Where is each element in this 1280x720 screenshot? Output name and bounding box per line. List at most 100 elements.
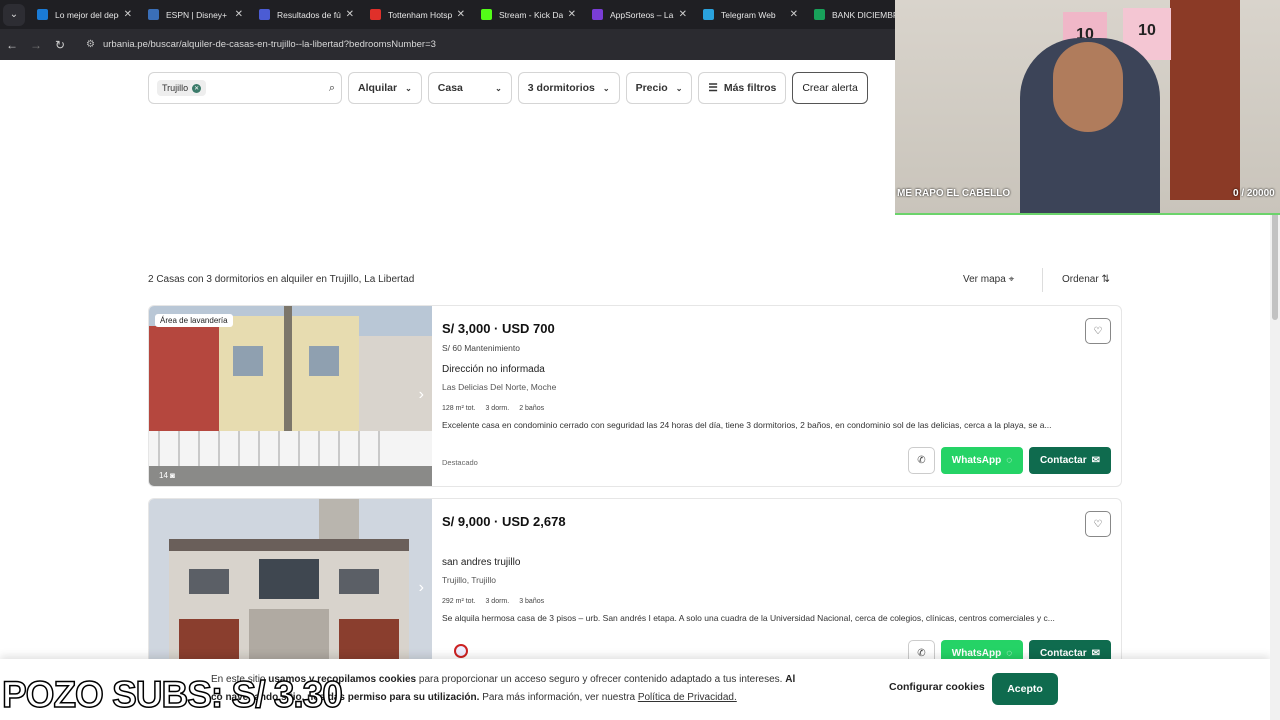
reload-icon[interactable]: ↻ (48, 38, 72, 52)
stream-goal-count: 0 / 20000 (1233, 188, 1275, 199)
tab-favicon-icon (703, 9, 714, 20)
listing-description: Excelente casa en condominio cerrado con… (442, 420, 1052, 430)
tab-search-menu-icon[interactable]: ⌄ (3, 3, 25, 26)
browser-tab[interactable]: AppSorteos – La P ✕ (584, 0, 695, 29)
cookie-text-part: para proporcionar un acceso seguro y ofr… (416, 674, 786, 685)
sort-button[interactable]: Ordenar ⇅ (1062, 274, 1110, 285)
chevron-down-icon: ⌄ (405, 83, 412, 93)
browser-tab[interactable]: Tottenham Hotspu ✕ (362, 0, 473, 29)
listing-info: S/ 9,000 · USD 2,678 san andres trujillo… (442, 499, 1121, 679)
whatsapp-button[interactable]: WhatsApp ◌ (941, 447, 1023, 474)
url-text: urbania.pe/buscar/alquiler-de-casas-en-t… (102, 39, 436, 50)
listing-bathrooms: 2 baños (519, 405, 545, 412)
agency-logo[interactable] (454, 644, 468, 658)
chip-remove-icon[interactable]: ✕ (192, 83, 202, 93)
listing-price: S/ 3,000 · USD 700 (442, 321, 555, 336)
tab-close-icon[interactable]: ✕ (457, 9, 465, 20)
listing-description: Se alquila hermosa casa de 3 pisos – urb… (442, 613, 1055, 623)
jersey-number: 10 (1138, 22, 1156, 39)
tab-close-icon[interactable]: ✕ (568, 9, 576, 20)
tab-title: Telegram Web (721, 9, 776, 20)
listing-photo[interactable]: › (149, 499, 432, 679)
whatsapp-icon: ◌ (1006, 455, 1013, 466)
tab-title: Resultados de fútb (277, 9, 341, 20)
tab-favicon-icon (37, 9, 48, 20)
divider (1042, 268, 1043, 292)
listing-tag: Destacado (442, 458, 478, 467)
tab-close-icon[interactable]: ✕ (124, 9, 132, 20)
price-dropdown[interactable]: Precio ⌄ (625, 72, 693, 104)
forward-icon[interactable]: → (24, 38, 48, 52)
listing-location: Las Delicias Del Norte, Moche (442, 382, 557, 392)
chevron-down-icon: ⌄ (602, 83, 610, 93)
url-field[interactable]: ⚙ urbania.pe/buscar/alquiler-de-casas-en… (86, 39, 436, 50)
listing-features: 292 m² tot. 3 dorm. 3 baños (442, 598, 544, 605)
tab-favicon-icon (592, 9, 603, 20)
contact-button[interactable]: Contactar ✉ (1029, 447, 1111, 474)
location-chip[interactable]: Trujillo ✕ (157, 80, 207, 96)
phone-icon: ✆ (917, 455, 926, 466)
results-summary: 2 Casas con 3 dormitorios en alquiler en… (148, 274, 415, 285)
listing-area: 292 m² tot. (442, 598, 476, 605)
more-filters-button[interactable]: ☰ Más filtros (698, 72, 787, 104)
tab-title: AppSorteos – La P (610, 9, 674, 20)
tab-close-icon[interactable]: ✕ (679, 9, 687, 20)
bedrooms-dropdown[interactable]: 3 dormitorios ⌄ (517, 72, 620, 104)
tab-favicon-icon (148, 9, 159, 20)
phone-icon: ✆ (917, 648, 926, 659)
tab-favicon-icon (481, 9, 492, 20)
stream-goal-label: ME RAPO EL CABELLO (897, 188, 1011, 199)
map-pin-icon: ⌖ (1008, 274, 1015, 285)
listing-price: S/ 9,000 · USD 2,678 (442, 514, 566, 529)
whatsapp-label: WhatsApp (951, 455, 1002, 466)
listing-card[interactable]: › S/ 9,000 · USD 2,678 san andres trujil… (148, 498, 1122, 680)
privacy-policy-link[interactable]: Política de Privacidad. (638, 692, 737, 703)
tab-close-icon[interactable]: ✕ (346, 9, 354, 20)
whatsapp-icon: ◌ (1006, 648, 1013, 659)
webcam-overlay: 10 10 (895, 0, 1280, 215)
property-type-label: Casa (437, 82, 463, 94)
location-chip-label: Trujillo (162, 83, 189, 93)
tab-close-icon[interactable]: ✕ (790, 9, 798, 20)
listing-info: S/ 3,000 · USD 700 S/ 60 Mantenimiento D… (442, 306, 1121, 486)
listing-area: 128 m² tot. (442, 405, 476, 412)
operation-dropdown[interactable]: Alquilar ⌄ (348, 72, 422, 104)
contact-label: Contactar (1039, 455, 1087, 466)
sort-icon: ⇅ (1101, 274, 1110, 285)
listing-badge: Área de lavandería (155, 314, 233, 327)
browser-tab[interactable]: ESPN | Disney+ ✕ (140, 0, 251, 29)
location-search-input[interactable]: Trujillo ✕ ⌕ (148, 72, 342, 104)
accept-cookies-button[interactable]: Acepto (992, 673, 1058, 705)
listing-address: Dirección no informada (442, 364, 545, 375)
contact-label: Contactar (1039, 648, 1087, 659)
create-alert-button[interactable]: Crear alerta (792, 72, 868, 104)
listing-features: 128 m² tot. 3 dorm. 2 baños (442, 405, 544, 412)
browser-tab[interactable]: Stream - Kick Dash ✕ (473, 0, 584, 29)
browser-tab[interactable]: Lo mejor del depo ✕ (29, 0, 140, 29)
listing-bathrooms: 3 baños (519, 598, 545, 605)
whatsapp-label: WhatsApp (951, 648, 1002, 659)
streamer-face (1053, 42, 1123, 132)
next-photo-icon[interactable]: › (419, 386, 424, 404)
browser-tab[interactable]: Resultados de fútb ✕ (251, 0, 362, 29)
listing-address: san andres trujillo (442, 557, 521, 568)
house-photo (149, 499, 432, 679)
house-photo (149, 306, 432, 486)
configure-cookies-button[interactable]: Configurar cookies (889, 681, 985, 693)
search-icon[interactable]: ⌕ (329, 82, 335, 95)
favorite-heart-icon[interactable]: ♡ (1085, 318, 1111, 344)
tab-close-icon[interactable]: ✕ (235, 9, 243, 20)
favorite-heart-icon[interactable]: ♡ (1085, 511, 1111, 537)
back-icon[interactable]: ← (0, 38, 24, 52)
property-type-dropdown[interactable]: Casa ⌄ (427, 72, 512, 104)
operation-label: Alquilar (358, 82, 398, 94)
view-map-button[interactable]: Ver mapa ⌖ (963, 274, 1014, 285)
tab-favicon-icon (814, 9, 825, 20)
listing-photo[interactable]: Área de lavandería › 14 ◙ (149, 306, 432, 486)
next-photo-icon[interactable]: › (419, 579, 424, 597)
phone-button[interactable]: ✆ (908, 447, 935, 474)
browser-tab[interactable]: Telegram Web ✕ (695, 0, 806, 29)
camera-icon: ◙ (170, 471, 175, 480)
site-info-icon[interactable]: ⚙ (86, 39, 95, 50)
listing-card[interactable]: Área de lavandería › 14 ◙ S/ 3,000 · USD… (148, 305, 1122, 487)
